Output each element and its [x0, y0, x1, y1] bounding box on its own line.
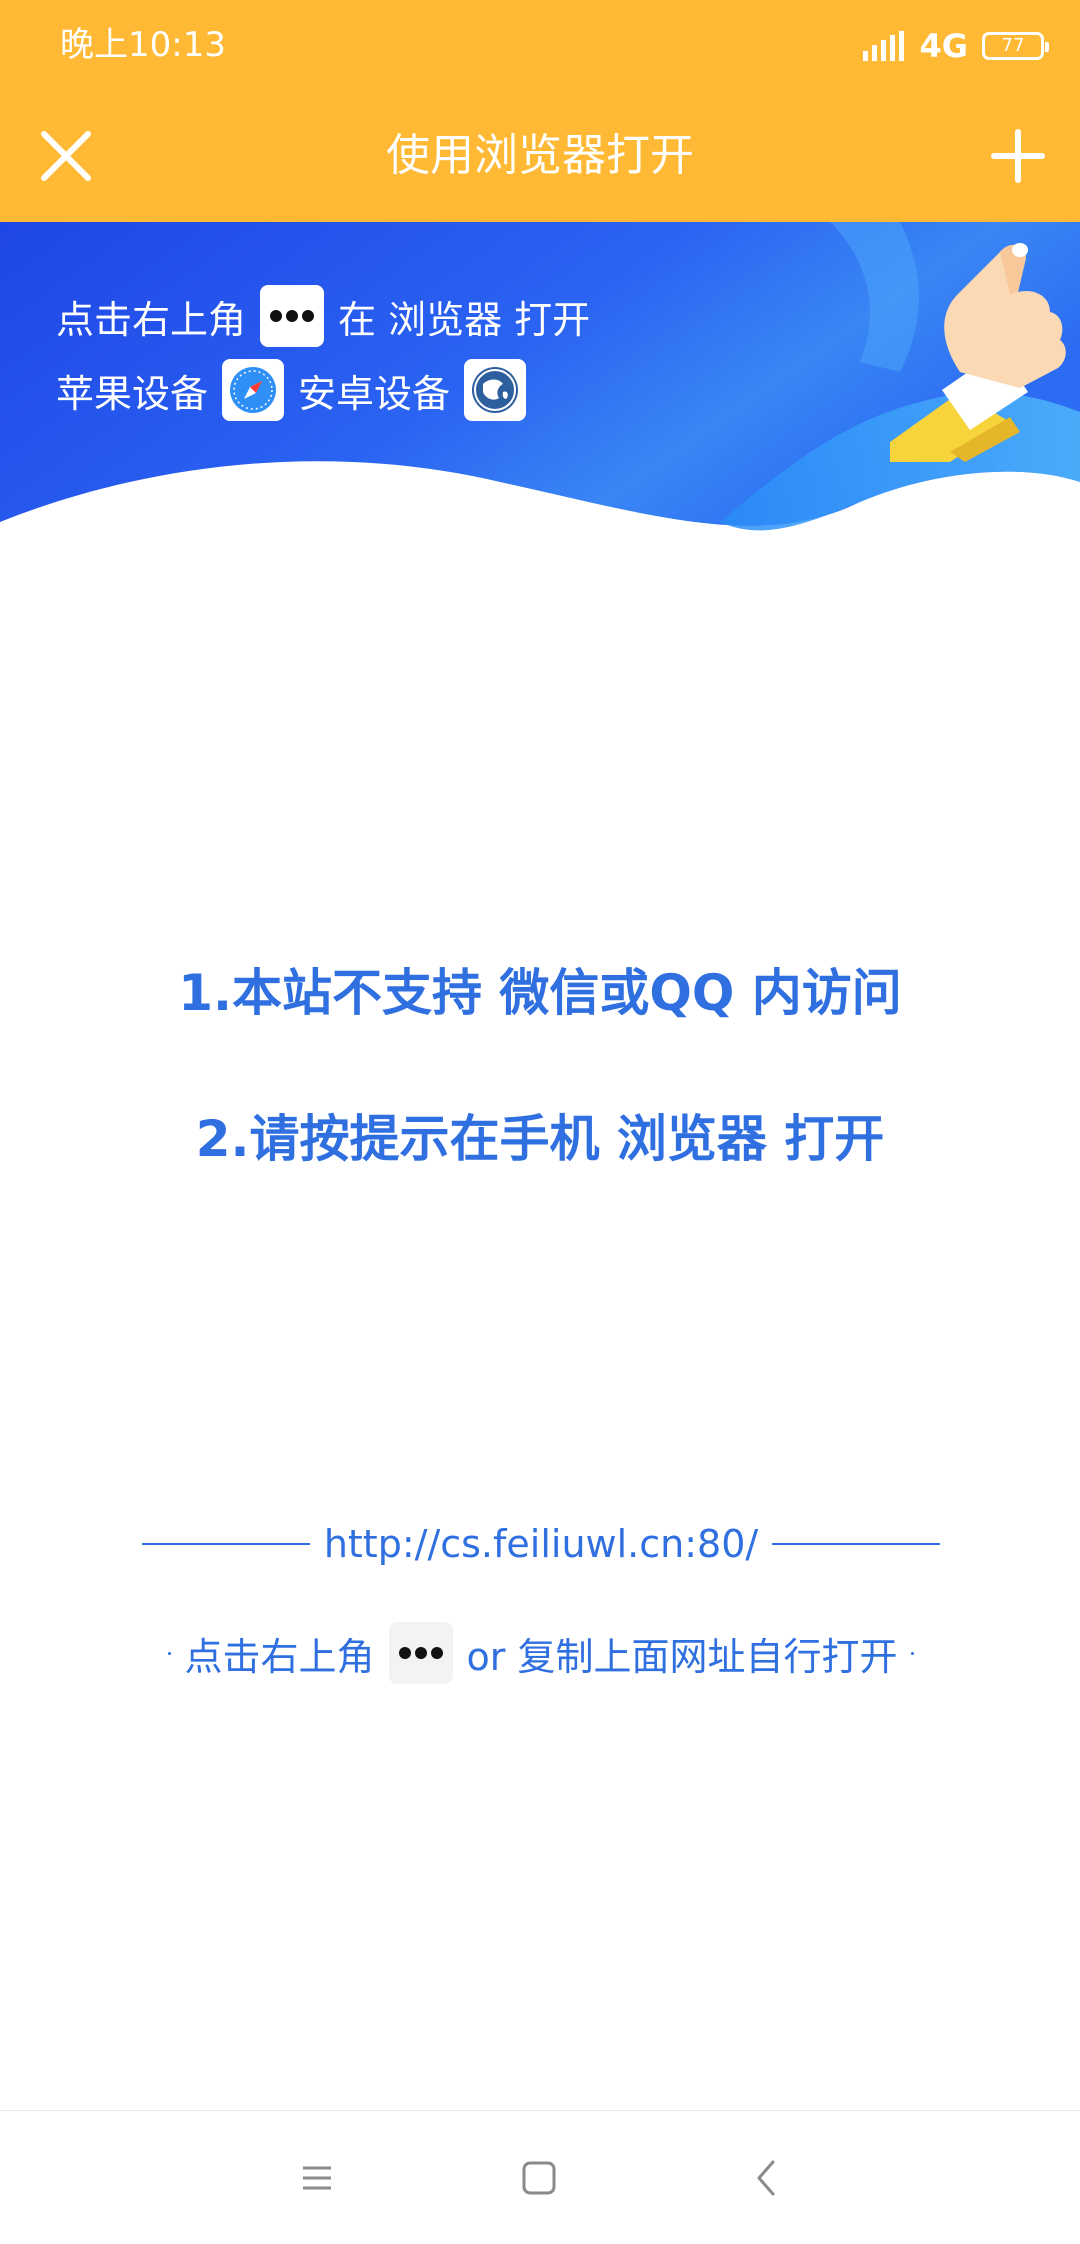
- hint-row: 点击右上角 or 复制上面网址自行打开: [142, 1620, 940, 1686]
- site-url[interactable]: http://cs.feiliuwl.cn:80/: [324, 1516, 758, 1572]
- back-button[interactable]: [734, 2145, 800, 2211]
- add-button[interactable]: [982, 120, 1054, 192]
- url-row: http://cs.feiliuwl.cn:80/: [142, 1516, 941, 1572]
- page: 晚上10:13 4G 77 使用浏览器打开 点击右上角 在 浏览器 打开 苹果设…: [0, 0, 1080, 2244]
- banner-text-prefix: 点击右上角: [56, 297, 247, 342]
- status-time: 晚上10:13: [60, 25, 226, 65]
- recent-apps-button[interactable]: [284, 2145, 350, 2211]
- url-divider-left: [142, 1543, 310, 1545]
- home-square-icon: [522, 2161, 556, 2195]
- android-device-label: 安卓设备: [298, 371, 451, 416]
- hint-dot-right: [911, 1651, 915, 1655]
- pointing-hand-icon: [890, 243, 1066, 462]
- banner-device-line: 苹果设备 安卓设备: [56, 358, 527, 422]
- url-divider-right: [772, 1543, 941, 1545]
- system-nav-bar: [0, 2110, 1080, 2244]
- more-dots-icon: [388, 1622, 453, 1684]
- more-dots-icon: [260, 285, 325, 347]
- hint-dot-left: [167, 1651, 171, 1655]
- instruction-banner: 点击右上角 在 浏览器 打开 苹果设备 安卓设备: [0, 222, 1080, 562]
- status-indicators: 4G 77: [863, 26, 1049, 66]
- apple-device-label: 苹果设备: [56, 371, 209, 416]
- chevron-left-icon: [757, 2160, 775, 2196]
- battery-icon: 77: [982, 32, 1049, 60]
- title-bar: 使用浏览器打开: [0, 90, 1080, 222]
- hint-text-prefix: 点击右上角: [184, 1634, 375, 1679]
- notice-line-2: 2.请按提示在手机 浏览器 打开: [195, 1110, 885, 1168]
- plus-icon: [991, 129, 1045, 183]
- banner-instruction-line: 点击右上角 在 浏览器 打开: [56, 284, 590, 348]
- page-title: 使用浏览器打开: [386, 130, 694, 181]
- menu-icon: [303, 2166, 331, 2190]
- browser-globe-icon: [464, 359, 527, 421]
- network-type: 4G: [919, 27, 968, 65]
- banner-text-suffix: 在 浏览器 打开: [338, 297, 591, 342]
- signal-icon: [863, 31, 905, 61]
- notice-line-1: 1.本站不支持 微信或QQ 内访问: [178, 964, 902, 1022]
- hint-text-suffix: or 复制上面网址自行打开: [466, 1634, 898, 1679]
- battery-level: 77: [1001, 35, 1025, 56]
- home-button[interactable]: [506, 2145, 572, 2211]
- safari-icon: [222, 359, 285, 421]
- status-bar: 晚上10:13 4G 77: [0, 0, 1080, 90]
